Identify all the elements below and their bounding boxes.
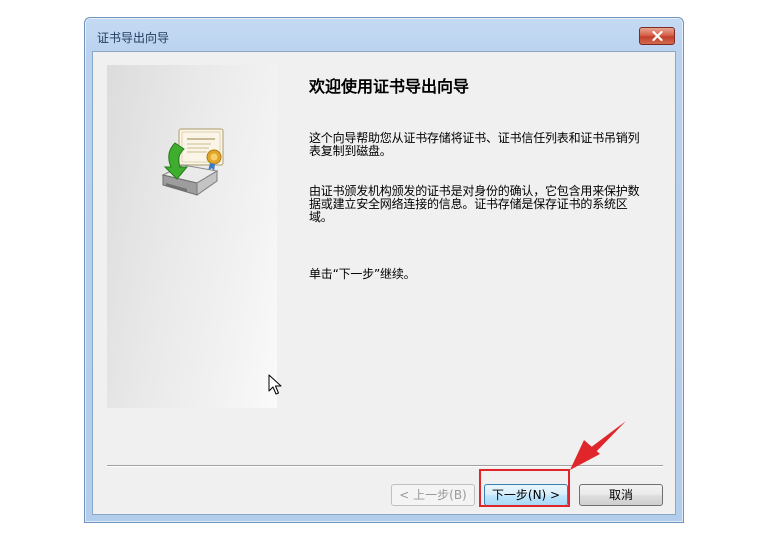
close-button[interactable] (639, 27, 675, 45)
wizard-description-1: 这个向导帮助您从证书存储将证书、证书信任列表和证书吊销列表复制到磁盘。 (309, 131, 640, 158)
next-button-highlight (479, 469, 570, 507)
window-title: 证书导出向导 (97, 31, 170, 45)
close-icon (652, 31, 663, 41)
wizard-description-2: 由证书颁发机构颁发的证书是对身份的确认，它包含用来保护数据或建立安全网络连接的信… (309, 184, 640, 224)
title-bar[interactable]: 证书导出向导 (85, 18, 683, 52)
wizard-instruction: 单击“下一步”继续。 (309, 267, 416, 281)
wizard-heading: 欢迎使用证书导出向导 (309, 77, 470, 96)
annotation-arrow-icon (570, 421, 626, 470)
back-button[interactable]: < 上一步(B) (391, 484, 475, 506)
mouse-cursor-icon (268, 374, 282, 395)
certificate-export-icon (161, 128, 224, 196)
cancel-button[interactable]: 取消 (579, 484, 663, 506)
wizard-banner (107, 65, 277, 408)
